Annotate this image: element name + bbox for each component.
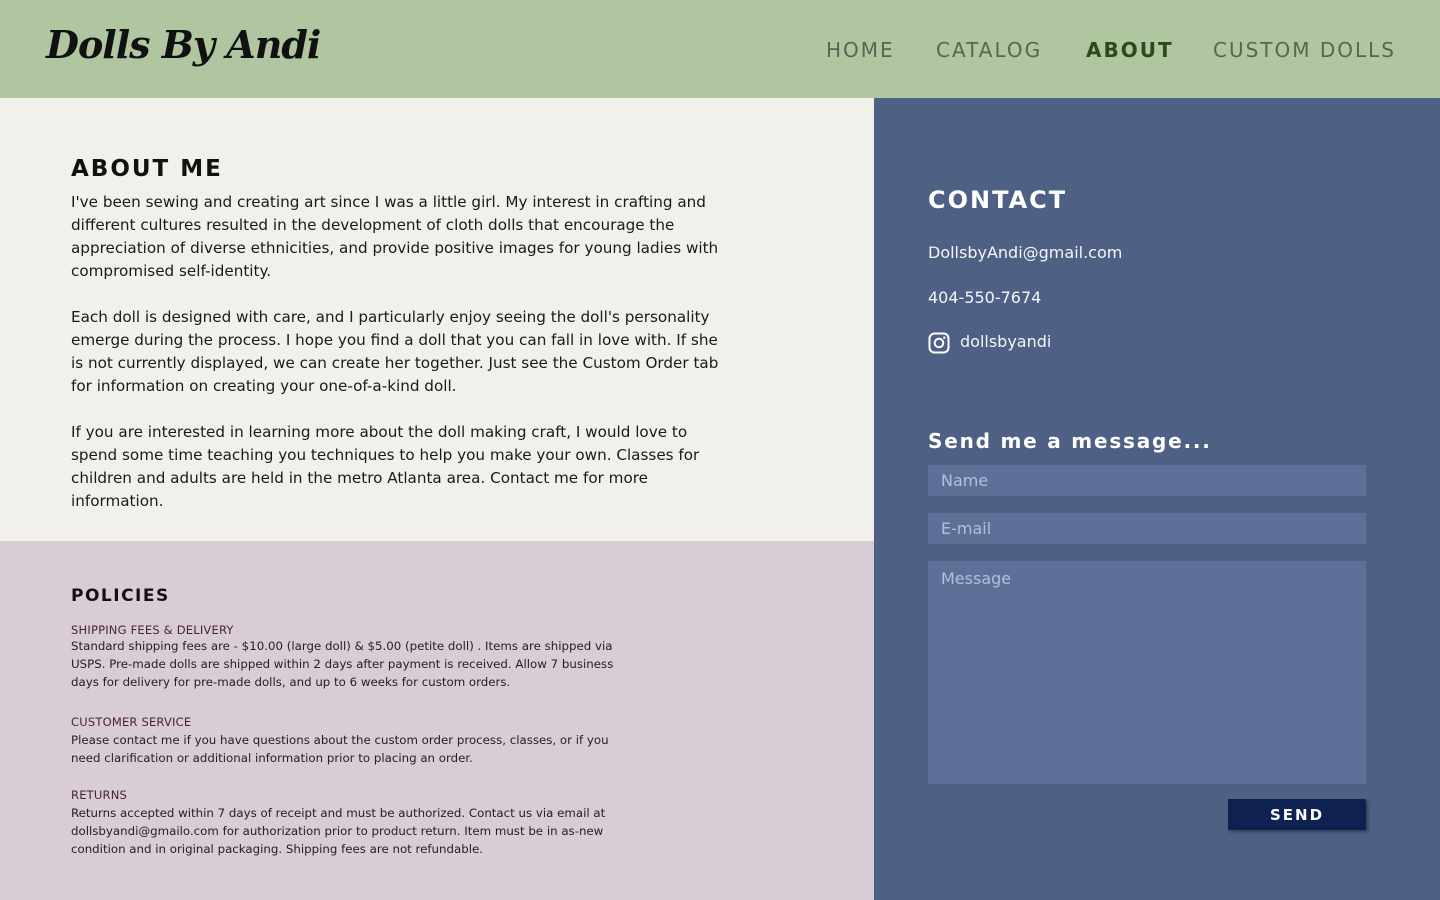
policy-heading-customer-service: CUSTOMER SERVICE [71,715,192,729]
instagram-handle[interactable]: dollsbyandi [960,332,1051,351]
nav-home[interactable]: HOME [826,38,895,62]
instagram-icon[interactable] [928,332,950,354]
contact-title: CONTACT [928,186,1068,214]
message-textarea[interactable] [928,561,1366,784]
message-form-title: Send me a message... [928,429,1212,453]
nav-catalog[interactable]: CATALOG [936,38,1042,62]
about-title: ABOUT ME [71,156,223,182]
policies-title: POLICIES [71,586,170,606]
nav-custom-dolls[interactable]: CUSTOM DOLLS [1213,38,1396,62]
policy-text-shipping: Standard shipping fees are - $10.00 (lar… [71,639,614,689]
site-logo[interactable]: Dolls By Andi [46,22,321,67]
send-button[interactable]: SEND [1228,799,1366,830]
policies-section: POLICIES SHIPPING FEES & DELIVERY Standa… [0,541,874,900]
policy-heading-shipping: SHIPPING FEES & DELIVERY [71,623,234,637]
site-header: Dolls By Andi HOME CATALOG ABOUT CUSTOM … [0,0,1440,98]
about-paragraph: Each doll is designed with care, and I p… [71,308,719,395]
policy-text-returns: Returns accepted within 7 days of receip… [71,806,606,856]
about-paragraph: I've been sewing and creating art since … [71,193,719,280]
policy-text-customer-service: Please contact me if you have questions … [71,733,609,765]
policy-heading-returns: RETURNS [71,788,127,802]
email-input[interactable] [928,513,1366,544]
about-paragraph: If you are interested in learning more a… [71,423,700,510]
nav-about[interactable]: ABOUT [1086,38,1174,62]
contact-section: CONTACT DollsbyAndi@gmail.com 404-550-76… [874,98,1440,900]
about-section: ABOUT ME I've been sewing and creating a… [0,98,874,541]
name-input[interactable] [928,465,1366,496]
contact-email[interactable]: DollsbyAndi@gmail.com [928,243,1122,262]
contact-phone[interactable]: 404-550-7674 [928,288,1041,307]
